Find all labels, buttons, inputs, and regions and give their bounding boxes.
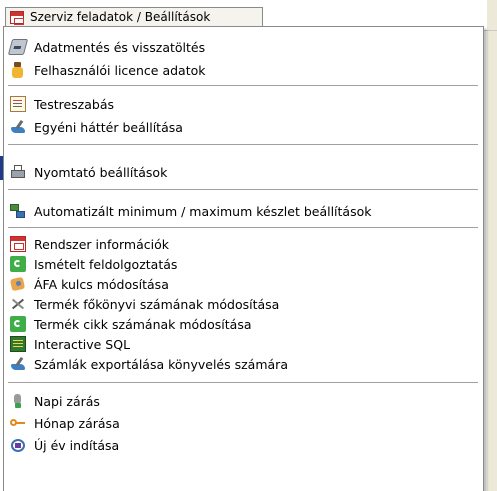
paint-brush-icon: [10, 356, 26, 372]
service-settings-dropdown: Adatmentés és visszatöltés Felhasználói …: [3, 26, 484, 491]
pin-icon: [10, 393, 26, 409]
menu-separator: [8, 189, 478, 191]
background-window: [487, 0, 497, 491]
menu-item-new-year[interactable]: Új év indítása: [8, 435, 478, 455]
menu-item-interactive-sql[interactable]: Interactive SQL: [8, 334, 478, 354]
menu-title: Szerviz feladatok / Beállítások: [30, 10, 211, 24]
menu-item-label: Adatmentés és visszatöltés: [34, 39, 206, 55]
key-icon: [10, 415, 26, 431]
menu-item-label: Automatizált minimum / maximum készlet b…: [34, 203, 372, 219]
menu-item-label: Napi zárás: [34, 393, 100, 409]
vat-icon: [10, 276, 26, 292]
menu-item-ledger-number-change[interactable]: Termék főkönyvi számának módosítása: [8, 294, 478, 314]
menu-item-label: Nyomtató beállítások: [34, 164, 168, 180]
window-icon: [10, 236, 26, 252]
menu-item-label: Egyéni háttér beállítása: [34, 119, 183, 135]
network-icon: [10, 203, 26, 219]
menu-item-label: Hónap zárása: [34, 415, 120, 431]
menu-service-settings[interactable]: Szerviz feladatok / Beállítások: [5, 7, 263, 27]
menu-item-label: Interactive SQL: [34, 336, 131, 352]
calendar-icon: [10, 437, 26, 453]
menu-item-label: Rendszer információk: [34, 236, 169, 252]
paint-brush-icon: [10, 119, 26, 135]
menu-item-system-info[interactable]: Rendszer információk: [8, 234, 478, 254]
menu-separator: [8, 227, 478, 229]
menu-separator: [8, 85, 478, 87]
menu-item-label: Termék cikk számának módosítása: [34, 316, 252, 332]
menu-item-label: Testreszabás: [34, 96, 115, 112]
menu-item-customize[interactable]: Testreszabás: [8, 94, 478, 114]
menu-item-reprocess[interactable]: Ismételt feldolgoztatás: [8, 254, 478, 274]
disk-icon: [7, 39, 29, 55]
menu-item-custom-background[interactable]: Egyéni háttér beállítása: [8, 117, 478, 137]
refresh-icon: [10, 256, 26, 272]
menu-item-auto-stock-settings[interactable]: Automatizált minimum / maximum készlet b…: [8, 201, 478, 221]
menu-item-vat-change[interactable]: ÁFA kulcs módosítása: [8, 274, 478, 294]
menu-item-month-close[interactable]: Hónap zárása: [8, 413, 478, 433]
menu-separator: [8, 144, 478, 146]
menu-item-invoice-export[interactable]: Számlák exportálása könyvelés számára: [8, 354, 478, 374]
printer-icon: [10, 164, 26, 180]
window-icon: [10, 10, 24, 25]
menu-item-article-number-change[interactable]: Termék cikk számának módosítása: [8, 314, 478, 334]
license-bottle-icon: [10, 62, 26, 78]
menu-item-label: Ismételt feldolgoztatás: [34, 256, 178, 272]
menu-item-label: ÁFA kulcs módosítása: [34, 276, 169, 292]
menu-item-user-license[interactable]: Felhasználói licence adatok: [8, 60, 478, 80]
menu-item-daily-close[interactable]: Napi zárás: [8, 391, 478, 411]
sql-icon: [10, 336, 26, 352]
tools-icon: [10, 296, 26, 312]
refresh-icon: [10, 316, 26, 332]
menu-item-backup-restore[interactable]: Adatmentés és visszatöltés: [7, 37, 478, 57]
menu-item-printer-settings[interactable]: Nyomtató beállítások: [8, 162, 478, 182]
menu-item-label: Termék főkönyvi számának módosítása: [34, 296, 280, 312]
customize-doc-icon: [10, 96, 26, 112]
menu-item-label: Új év indítása: [34, 437, 120, 453]
menu-item-label: Felhasználói licence adatok: [34, 62, 206, 78]
menu-separator: [8, 382, 478, 384]
menu-item-label: Számlák exportálása könyvelés számára: [34, 356, 288, 372]
